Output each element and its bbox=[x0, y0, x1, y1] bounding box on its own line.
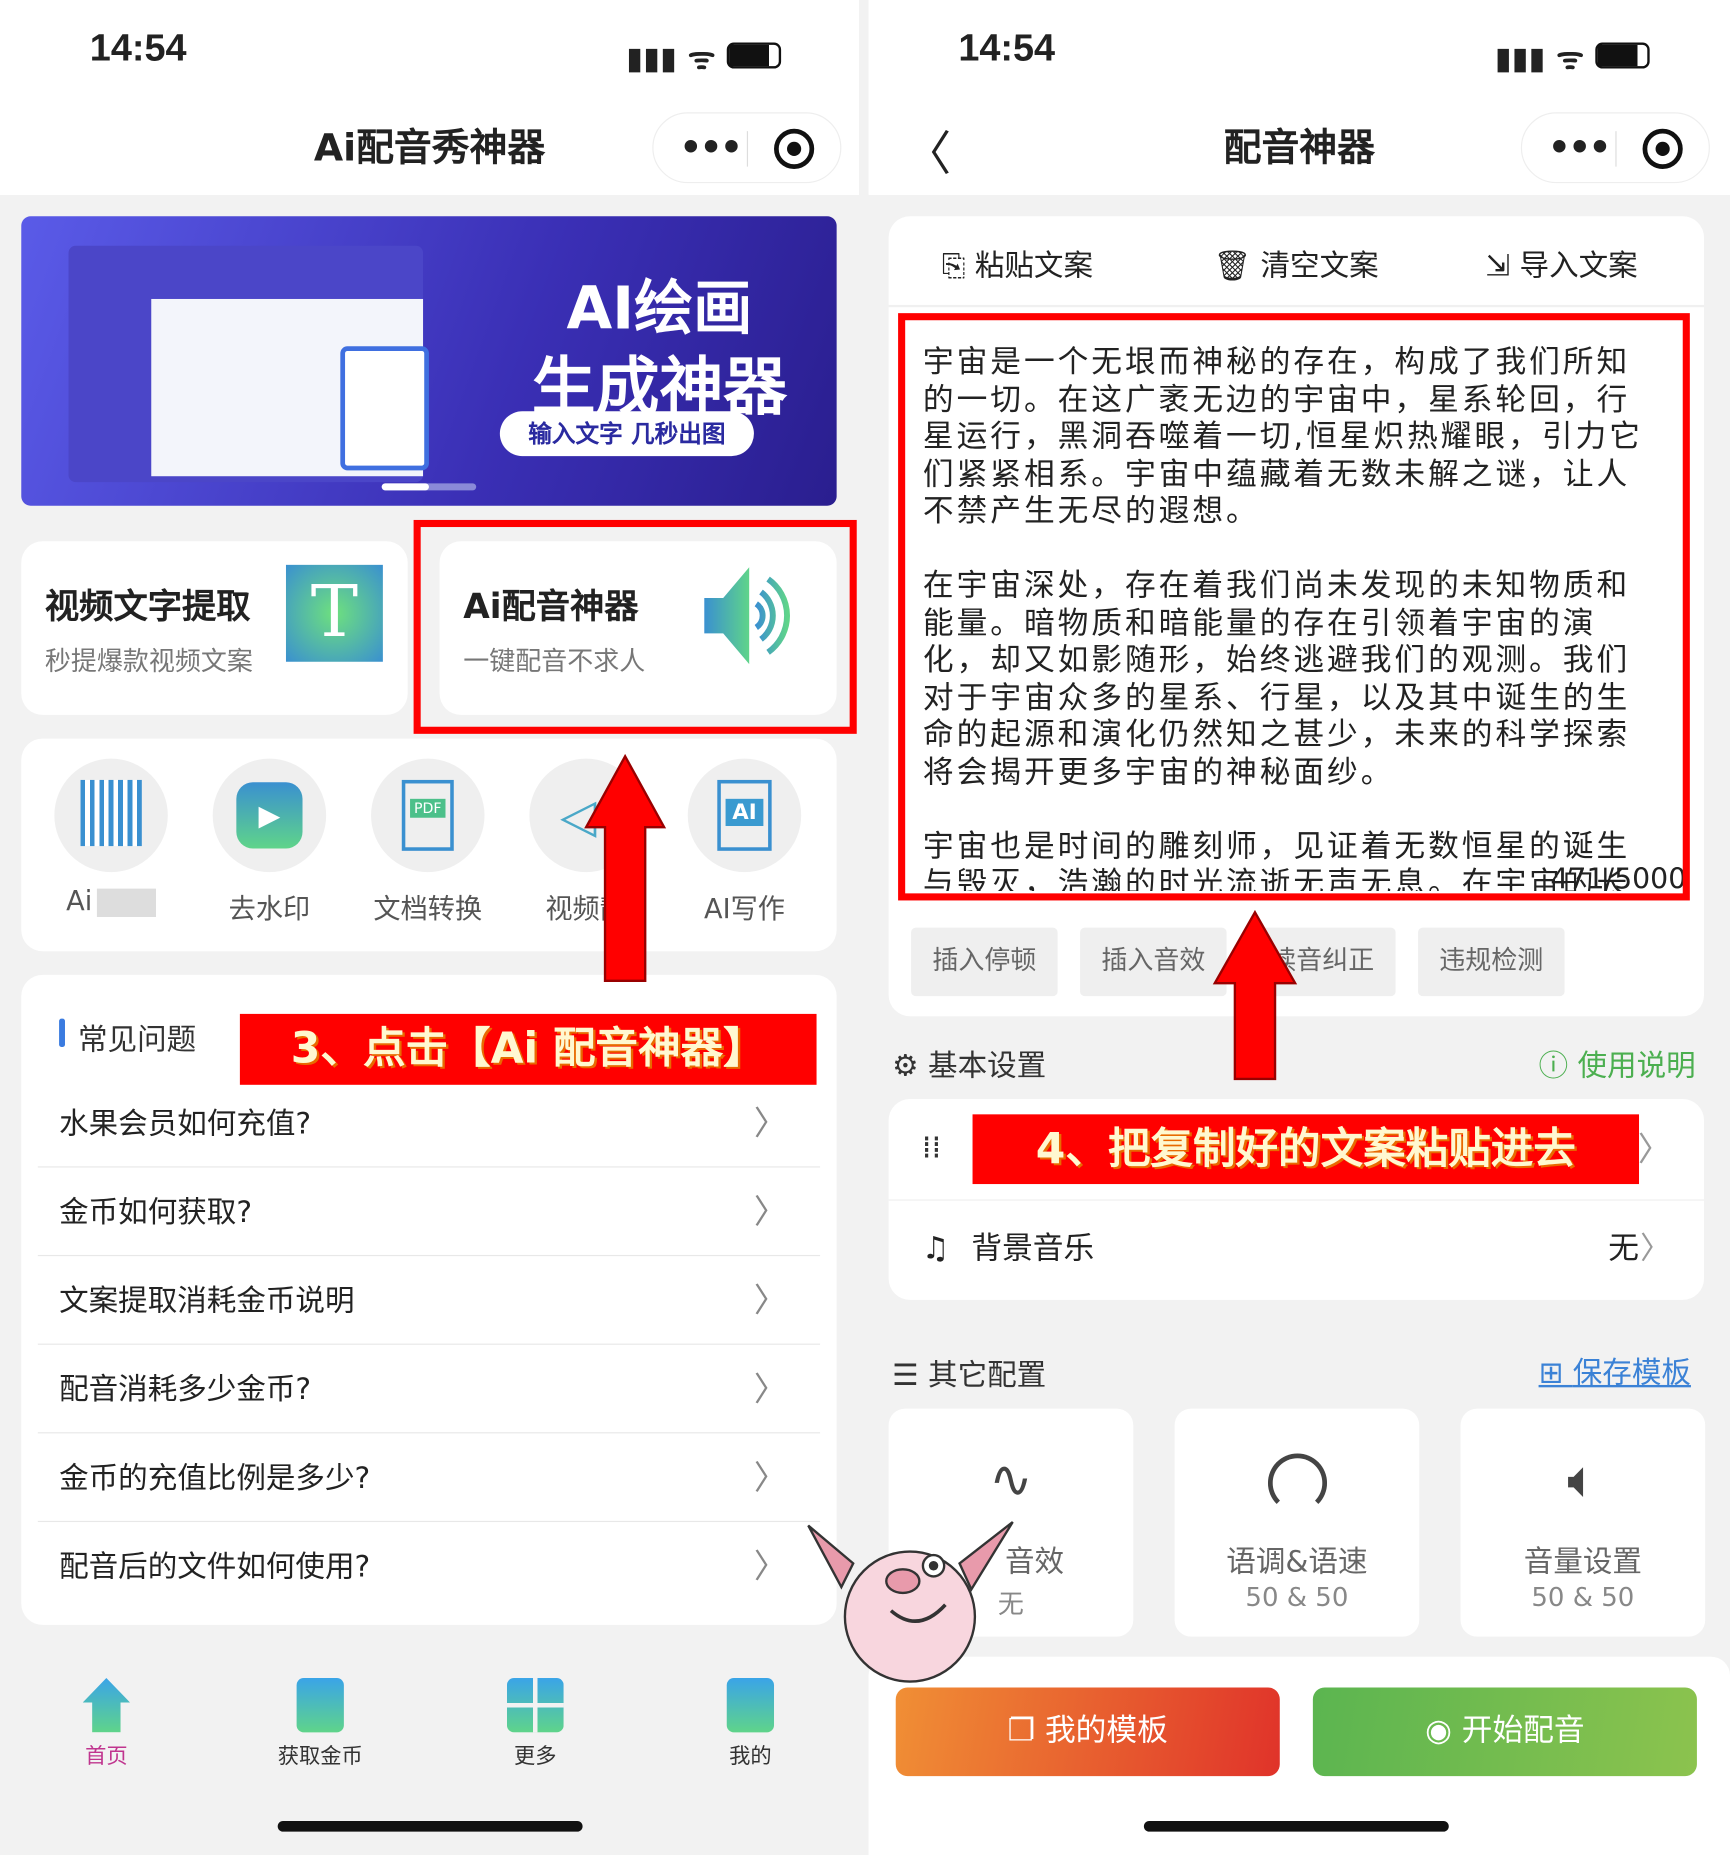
faq-item[interactable]: 金币的充值比例是多少? 〉 bbox=[37, 1433, 821, 1523]
close-target-icon[interactable] bbox=[774, 128, 815, 169]
chevron-right-icon: 〉 bbox=[753, 1369, 788, 1409]
clear-button[interactable]: 🗑 清空文案 bbox=[1214, 242, 1379, 285]
feature-title: 视频文字提取 bbox=[44, 586, 251, 627]
faq-item[interactable]: 配音消耗多少金币? 〉 bbox=[37, 1345, 821, 1434]
status-icons: ▮▮▮ ᯤ bbox=[626, 35, 781, 78]
chevron-right-icon: 〉 bbox=[753, 1192, 788, 1232]
other-settings-heading: ☰ 其它配置 bbox=[892, 1357, 1047, 1393]
compliance-check-button[interactable]: 违规检测 bbox=[1418, 927, 1565, 997]
home-icon bbox=[82, 1678, 130, 1733]
arrow-up-icon bbox=[584, 753, 667, 982]
volume-card[interactable]: 🔈︎ 音量设置 50 & 50 bbox=[1460, 1408, 1706, 1637]
help-link[interactable]: ⓘ 使用说明 bbox=[1539, 1042, 1696, 1085]
annotation-highlight bbox=[898, 313, 1690, 901]
basic-settings-heading: ⚙ 基本设置 bbox=[892, 1048, 1047, 1083]
arrow-up-icon bbox=[1212, 909, 1298, 1081]
import-button[interactable]: ⇲ 导入文案 bbox=[1485, 242, 1637, 285]
voice-wave-icon: ⁞⁞ bbox=[921, 1130, 942, 1167]
mic-wave-icon: ◉ bbox=[1425, 1713, 1462, 1749]
annotation-step-4: 4、把复制好的文案粘贴进去 bbox=[972, 1114, 1640, 1185]
paste-icon: ⎘ bbox=[941, 248, 975, 283]
close-target-icon[interactable] bbox=[1642, 128, 1683, 169]
video-play-icon[interactable]: ▶ bbox=[212, 758, 327, 873]
background-music-row[interactable]: ♫ 背景音乐无〉 bbox=[889, 1199, 1704, 1299]
sliders-icon: ☰ bbox=[892, 1357, 929, 1393]
feature-subtitle: 秒提爆款视频文案 bbox=[44, 647, 253, 678]
insert-sfx-button[interactable]: 插入音效 bbox=[1080, 927, 1227, 997]
template-icon: ❐ bbox=[1007, 1713, 1045, 1749]
add-box-icon: ⊞ bbox=[1538, 1355, 1573, 1390]
import-icon: ⇲ bbox=[1485, 248, 1520, 283]
text-T-icon: T bbox=[285, 564, 383, 662]
speedometer-icon bbox=[1267, 1453, 1327, 1513]
faq-item[interactable]: 金币如何获取? 〉 bbox=[37, 1168, 821, 1257]
faq-title: 常见问题 bbox=[77, 1022, 197, 1057]
tool-label: 去水印 bbox=[228, 894, 311, 926]
status-time: 14:54 bbox=[958, 25, 1056, 69]
pdf-icon[interactable]: PDF bbox=[371, 758, 485, 873]
help-icon: ⓘ bbox=[1538, 1048, 1578, 1083]
tab-mine[interactable]: 我的 bbox=[691, 1678, 809, 1770]
banner-tagline: 输入文字 几秒出图 bbox=[499, 411, 754, 457]
faq-item[interactable]: 文案提取消耗金币说明〉 bbox=[37, 1256, 821, 1345]
promo-banner[interactable]: AI绘画 生成神器 输入文字 几秒出图 bbox=[21, 216, 837, 506]
chevron-right-icon: 〉 bbox=[753, 1103, 788, 1143]
left-screen: 14:54 ▮▮▮ ᯤ Ai配音秀神器 ••• AI绘画 生成神器 输入文字 几… bbox=[0, 0, 860, 1855]
annotation-highlight bbox=[413, 519, 857, 734]
tool-label: 文档转换 bbox=[373, 894, 483, 926]
status-icons: ▮▮▮ ᯤ bbox=[1495, 35, 1650, 78]
divider bbox=[888, 304, 1705, 308]
save-template-link[interactable]: ⊞ 保存模板 bbox=[1539, 1350, 1691, 1393]
tab-more[interactable]: 更多 bbox=[476, 1678, 594, 1770]
settings-icon: ⚙ bbox=[892, 1048, 929, 1083]
start-dubbing-button[interactable]: ◉ 开始配音 bbox=[1312, 1687, 1697, 1777]
mini-program-capsule: ••• bbox=[652, 112, 842, 184]
waveform-icon: ∿ bbox=[989, 1449, 1033, 1511]
ai-doc-icon[interactable]: AI bbox=[687, 758, 802, 873]
annotation-step-3: 3、点击【Ai 配音神器】 bbox=[239, 1013, 817, 1085]
more-icon[interactable]: ••• bbox=[1548, 128, 1611, 169]
mini-program-capsule: ••• bbox=[1520, 112, 1710, 184]
my-templates-button[interactable]: ❐ 我的模板 bbox=[895, 1687, 1280, 1777]
faq-item[interactable]: 配音后的文件如何使用? 〉 bbox=[38, 1522, 820, 1611]
banner-indicator bbox=[381, 483, 477, 491]
faq-item[interactable]: 水果会员如何充值? 〉 bbox=[37, 1079, 821, 1168]
volume-icon: 🔈︎ bbox=[1567, 1449, 1599, 1511]
music-icon: ♫ bbox=[921, 1231, 950, 1267]
barcode-search-icon[interactable] bbox=[54, 758, 168, 873]
pig-mascot bbox=[807, 1521, 1014, 1683]
paste-button[interactable]: ⎘ 粘贴文案 bbox=[942, 242, 1093, 285]
user-icon bbox=[726, 1678, 775, 1733]
tone-speed-card[interactable]: 语调&语速 50 & 50 bbox=[1174, 1408, 1420, 1637]
feature-card-video-text[interactable]: 视频文字提取 秒提爆款视频文案 T bbox=[21, 541, 408, 715]
link-icon bbox=[296, 1678, 344, 1733]
chevron-right-icon: 〉 bbox=[1640, 1231, 1671, 1267]
trash-icon: 🗑 bbox=[1213, 248, 1261, 283]
grid-icon bbox=[506, 1678, 564, 1733]
tool-label: Ai bbox=[32, 886, 190, 917]
chevron-right-icon: 〉 bbox=[753, 1546, 788, 1586]
tool-label: AI写作 bbox=[703, 894, 785, 926]
tab-home[interactable]: 首页 bbox=[47, 1678, 165, 1770]
chevron-right-icon: 〉 bbox=[753, 1458, 788, 1498]
chevron-right-icon: 〉 bbox=[753, 1280, 788, 1320]
insert-pause-button[interactable]: 插入停顿 bbox=[911, 927, 1058, 997]
status-time: 14:54 bbox=[89, 25, 187, 69]
home-indicator bbox=[277, 1820, 583, 1832]
chevron-right-icon: 〉 bbox=[1637, 1129, 1671, 1169]
home-indicator bbox=[1143, 1820, 1449, 1832]
faq-title-bar bbox=[59, 1018, 65, 1047]
more-icon[interactable]: ••• bbox=[679, 128, 742, 169]
tab-get-coins[interactable]: 获取金币 bbox=[261, 1678, 379, 1770]
